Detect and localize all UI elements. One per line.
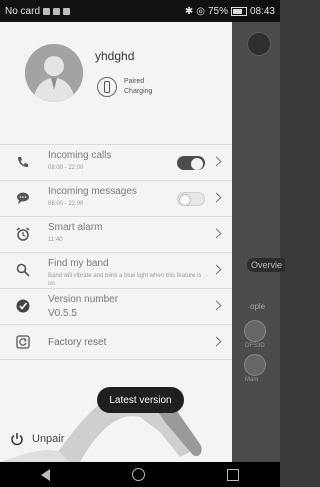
toast-message: Latest version xyxy=(97,387,184,413)
toggle-knob xyxy=(179,194,191,206)
chevron-right-icon xyxy=(211,336,222,347)
status-bar: No card ✱ ◎ 75% 08:43 xyxy=(0,0,280,22)
message-icon xyxy=(17,192,29,204)
menu-item-incoming-messages[interactable]: Incoming messages 08:00 - 22:00 xyxy=(0,180,232,216)
navigation-bar xyxy=(0,462,280,487)
menu-item-find-band[interactable]: Find my band Band will vibrate and blink… xyxy=(0,252,232,288)
menu-item-title: Smart alarm xyxy=(48,222,103,233)
user-silhouette-icon xyxy=(25,44,83,102)
friend-avatar xyxy=(244,320,266,342)
unpair-label: Unpair xyxy=(32,433,65,445)
battery-percent: 75% xyxy=(207,5,228,17)
settings-menu: Incoming calls 08:00 - 22:00 Incoming me… xyxy=(0,144,232,360)
notification-icon xyxy=(63,7,71,15)
carrier-label: No card xyxy=(5,5,41,17)
band-icon xyxy=(97,77,117,97)
background-settings-icon xyxy=(247,32,271,56)
toggle-knob xyxy=(191,158,203,170)
menu-item-version[interactable]: Version number V0.5.5 xyxy=(0,288,232,324)
friend-avatar xyxy=(244,354,266,376)
menu-item-title: Find my band xyxy=(48,258,109,269)
version-value: V0.5.5 xyxy=(48,308,77,319)
menu-item-title: Factory reset xyxy=(48,337,107,348)
unpair-button[interactable]: Unpair xyxy=(10,432,64,446)
chevron-right-icon xyxy=(211,264,222,275)
chevron-right-icon xyxy=(211,192,222,203)
username: yhdghd xyxy=(95,49,135,63)
profile-header: yhdghd Paired Charging xyxy=(0,22,232,142)
battery-icon xyxy=(230,6,247,16)
wifi-icon: ◎ xyxy=(196,5,205,17)
bluetooth-icon: ✱ xyxy=(184,5,194,17)
menu-item-subtitle: Band will vibrate and blink a blue light… xyxy=(48,273,202,287)
overview-tab: Overvie xyxy=(247,258,285,272)
band-status: Paired Charging xyxy=(124,77,152,97)
menu-item-title: Incoming messages xyxy=(48,186,137,197)
menu-item-title: Version number xyxy=(48,294,119,305)
chevron-right-icon xyxy=(211,156,222,167)
home-icon[interactable] xyxy=(132,468,145,481)
incoming-calls-toggle[interactable] xyxy=(177,156,205,170)
friend-name: Mam xyxy=(245,377,259,383)
notification-icon xyxy=(53,7,61,15)
band-charging-status: Charging xyxy=(124,88,153,95)
sim-icon xyxy=(43,7,51,15)
chevron-right-icon xyxy=(211,300,222,311)
people-label: ople xyxy=(250,302,266,311)
search-icon xyxy=(16,263,30,277)
recent-apps-icon[interactable] xyxy=(227,468,239,481)
menu-item-smart-alarm[interactable]: Smart alarm 11:40 xyxy=(0,216,232,252)
alarm-clock-icon xyxy=(16,227,30,241)
back-icon[interactable] xyxy=(41,468,50,481)
incoming-messages-toggle[interactable] xyxy=(177,192,205,206)
friend-name: DFS3D xyxy=(245,343,265,349)
clock: 08:43 xyxy=(249,5,275,17)
menu-item-incoming-calls[interactable]: Incoming calls 08:00 - 22:00 xyxy=(0,144,232,180)
avatar[interactable] xyxy=(25,44,83,102)
reset-icon xyxy=(16,335,30,349)
phone-icon xyxy=(18,157,28,167)
chevron-right-icon xyxy=(211,228,222,239)
band-paired-status: Paired xyxy=(124,78,145,85)
menu-item-title: Incoming calls xyxy=(48,150,112,161)
power-icon xyxy=(11,433,23,446)
menu-item-subtitle: 11:40 xyxy=(48,237,63,243)
check-badge-icon xyxy=(16,299,30,313)
